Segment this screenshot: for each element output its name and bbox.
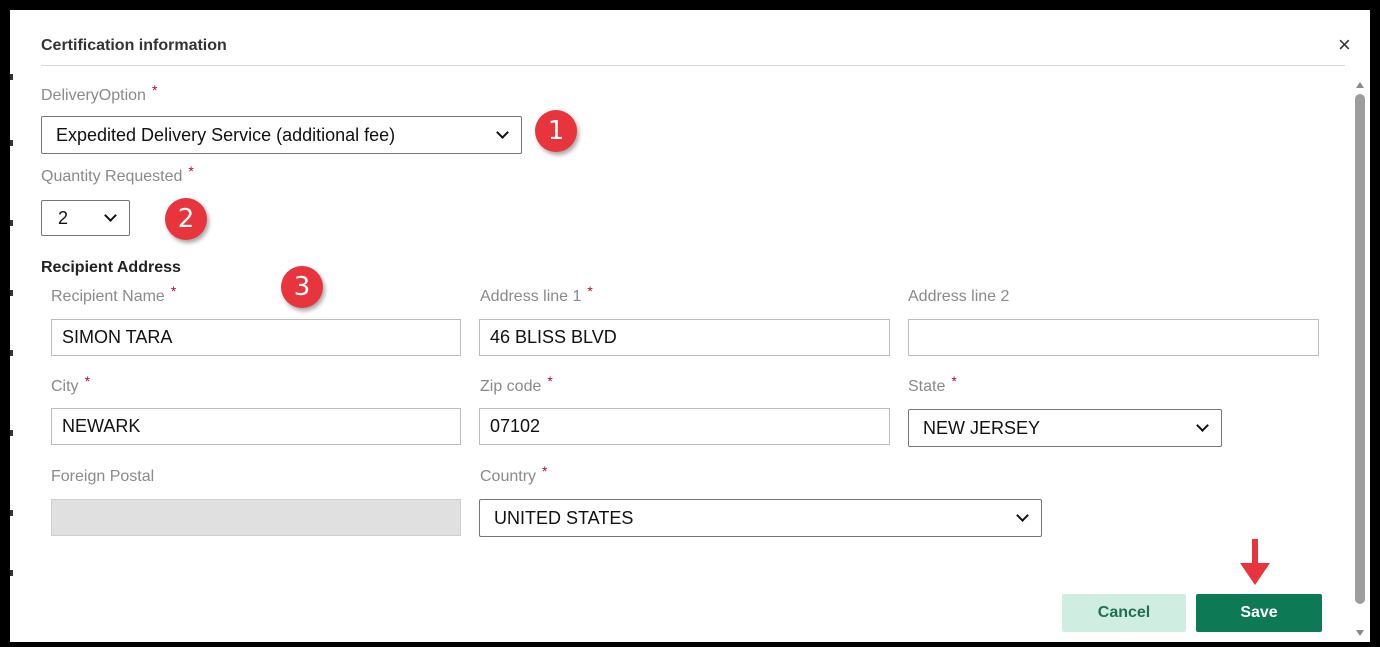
required-mark: * <box>188 163 194 179</box>
annotation-badge-1: 1 <box>535 110 577 152</box>
scroll-thumb[interactable] <box>1355 94 1365 604</box>
delivery-option-value: Expedited Delivery Service (additional f… <box>56 124 396 145</box>
quantity-value: 2 <box>58 207 69 228</box>
save-button[interactable]: Save <box>1196 594 1322 632</box>
foreign-postal-input <box>51 499 461 536</box>
zip-code-label: Zip code * <box>480 373 553 395</box>
chevron-down-icon <box>1016 509 1029 522</box>
required-mark: * <box>84 373 91 389</box>
scrollbar[interactable] <box>1350 74 1370 642</box>
city-label: City * <box>51 373 91 395</box>
quantity-label: Quantity Requested * <box>41 163 194 185</box>
required-mark: * <box>951 373 957 389</box>
required-mark: * <box>587 283 593 299</box>
annotation-badge-2: 2 <box>165 198 207 240</box>
close-icon[interactable]: × <box>1338 34 1351 56</box>
required-mark: * <box>542 463 548 479</box>
country-value: UNITED STATES <box>494 507 634 528</box>
annotation-badge-3: 3 <box>281 266 323 308</box>
city-input[interactable]: NEWARK <box>51 408 461 445</box>
chevron-down-icon <box>104 209 117 222</box>
chevron-down-icon <box>1196 419 1209 432</box>
cancel-button[interactable]: Cancel <box>1062 594 1186 632</box>
state-label: State * <box>908 373 957 395</box>
required-mark: * <box>151 82 158 98</box>
address-line-2-input[interactable] <box>908 319 1319 356</box>
country-select[interactable]: UNITED STATES <box>479 499 1042 537</box>
state-select[interactable]: NEW JERSEY <box>908 409 1222 447</box>
scroll-down-icon[interactable] <box>1356 630 1364 636</box>
foreign-postal-label: Foreign Postal <box>51 468 155 485</box>
zip-code-input[interactable]: 07102 <box>479 408 890 445</box>
recipient-name-label: Recipient Name * <box>51 283 177 305</box>
quantity-select[interactable]: 2 <box>41 200 130 236</box>
address-line-1-input[interactable]: 46 BLISS BLVD <box>479 319 890 356</box>
recipient-address-title: Recipient Address <box>41 259 181 276</box>
required-mark: * <box>170 283 177 299</box>
chevron-down-icon <box>496 126 509 139</box>
address-line-1-label: Address line 1 * <box>480 283 593 305</box>
down-arrow-icon <box>1240 539 1270 585</box>
title-divider <box>41 65 1345 66</box>
dialog-title: Certification information <box>41 37 227 54</box>
address-line-2-label: Address line 2 <box>908 288 1010 305</box>
scroll-up-icon[interactable] <box>1356 82 1364 88</box>
state-value: NEW JERSEY <box>923 417 1041 438</box>
delivery-option-select[interactable]: Expedited Delivery Service (additional f… <box>41 116 522 154</box>
certification-dialog: Certification information × DeliveryOpti… <box>10 10 1370 642</box>
required-mark: * <box>547 373 553 389</box>
country-label: Country * <box>480 463 548 485</box>
delivery-option-label: DeliveryOption * <box>41 82 158 104</box>
recipient-name-input[interactable]: SIMON TARA <box>51 319 461 356</box>
